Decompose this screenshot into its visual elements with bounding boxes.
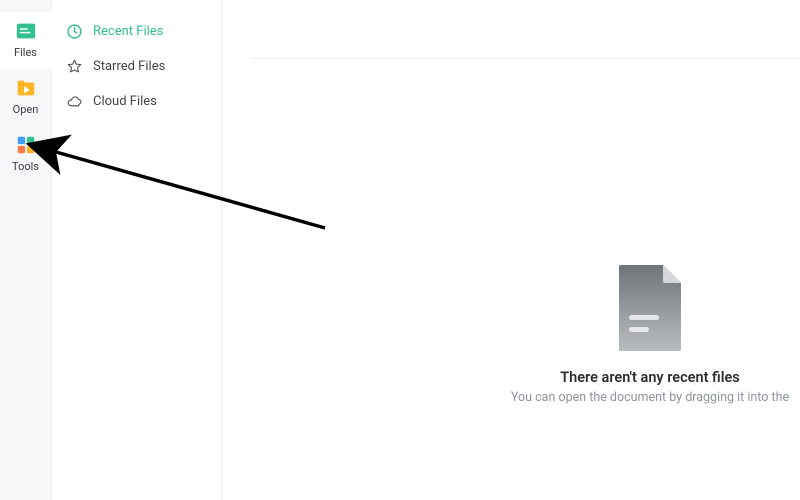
main-content: There aren't any recent files You can op…	[222, 0, 800, 500]
secondary-sidebar: Recent Files Starred Files Cloud Files	[52, 0, 222, 500]
filter-item-label: Cloud Files	[93, 94, 157, 109]
star-icon	[66, 58, 83, 75]
filter-item-label: Recent Files	[93, 24, 163, 39]
empty-state: There aren't any recent files You can op…	[490, 265, 800, 405]
apps-grid-icon	[15, 134, 37, 156]
sidebar-item-files[interactable]: Files	[0, 12, 52, 69]
sidebar-item-label: Files	[14, 46, 37, 59]
document-icon	[615, 265, 685, 351]
folder-open-icon	[15, 77, 37, 99]
primary-sidebar: Files Open Tools	[0, 0, 52, 500]
sidebar-item-label: Tools	[12, 160, 39, 173]
sidebar-item-open[interactable]: Open	[0, 69, 52, 126]
cloud-icon	[66, 93, 83, 110]
clock-icon	[66, 23, 83, 40]
filter-item-label: Starred Files	[93, 59, 165, 74]
filter-item-starred-files[interactable]: Starred Files	[52, 49, 221, 84]
filter-item-cloud-files[interactable]: Cloud Files	[52, 84, 221, 119]
empty-state-subtitle: You can open the document by dragging it…	[490, 390, 800, 405]
empty-state-title: There aren't any recent files	[490, 369, 800, 386]
files-icon	[15, 20, 37, 42]
header-divider	[252, 58, 800, 59]
sidebar-item-label: Open	[13, 103, 39, 116]
filter-item-recent-files[interactable]: Recent Files	[52, 14, 221, 49]
sidebar-item-tools[interactable]: Tools	[0, 126, 52, 183]
